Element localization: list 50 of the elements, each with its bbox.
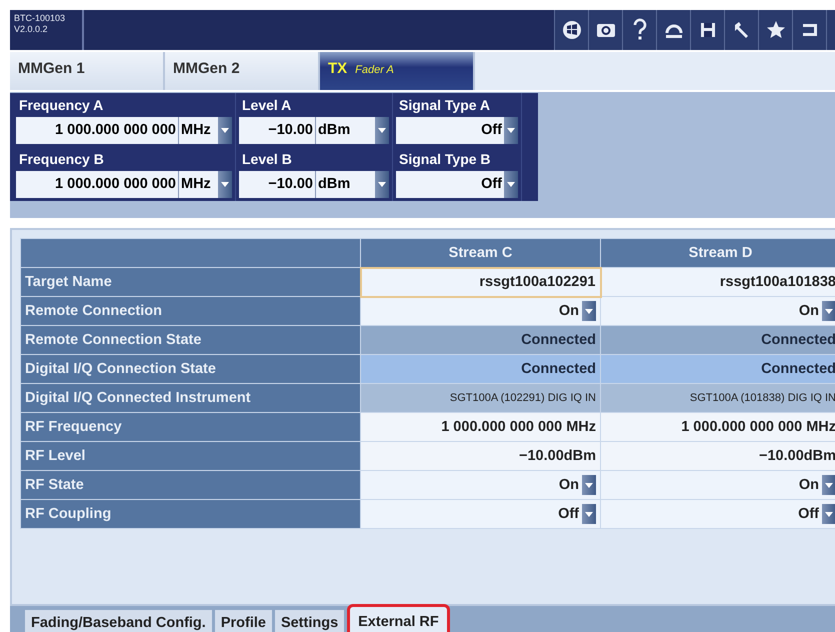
tab[interactable]: Profile [214, 610, 272, 632]
row-label: RF Coupling [20, 500, 360, 528]
parameter-label: Level A [241, 97, 292, 115]
table-cell: −10.00dBm [600, 442, 835, 470]
dropdown[interactable]: On [600, 296, 835, 326]
parameter-label: Signal Type B [398, 151, 492, 169]
row-label: Digital I/Q Connected Instrument [20, 384, 360, 412]
tab[interactable]: External RF [347, 604, 450, 632]
tab[interactable]: Settings [274, 610, 344, 632]
dropdown[interactable]: On [600, 470, 835, 500]
row-label: Digital I/Q Connection State [20, 354, 360, 384]
undo-icon[interactable] [656, 10, 690, 50]
parameter-label: Level B [241, 151, 293, 169]
text-field[interactable]: rssgt100a102291 [360, 268, 600, 296]
tab[interactable]: MMGen 1 [10, 52, 165, 90]
tab[interactable]: TX Fader A [320, 52, 475, 90]
value-field[interactable]: −10.00 [239, 117, 315, 144]
column-header: Stream D [600, 238, 835, 268]
value-field[interactable]: 1 000.000 000 000 [16, 117, 178, 144]
table-cell: Connected [360, 326, 600, 354]
table-cell: SGT100A (101838) DIG IQ IN [600, 384, 835, 412]
table-cell: Connected [600, 354, 835, 384]
tab[interactable]: Fading/Baseband Config. [25, 610, 212, 632]
value-field[interactable]: 1 000.000 000 000 [16, 171, 178, 198]
row-label: Remote Connection [20, 296, 360, 326]
device-title: BTC-100103 V2.0.0.2 [10, 10, 84, 50]
table-cell: SGT100A (102291) DIG IQ IN [360, 384, 600, 412]
table-cell: Connected [600, 326, 835, 354]
parameter-label: Frequency B [18, 151, 105, 169]
row-label: RF Level [20, 442, 360, 470]
table-cell: Connected [360, 354, 600, 384]
parameter-label: Signal Type A [398, 97, 492, 115]
wrench-icon[interactable] [724, 10, 758, 50]
row-label: RF Frequency [20, 412, 360, 442]
parameter-label: Frequency A [18, 97, 104, 115]
row-label: RF State [20, 470, 360, 500]
camera-icon[interactable] [588, 10, 622, 50]
dropdown[interactable]: Off [600, 500, 835, 528]
dropdown[interactable]: On [360, 296, 600, 326]
dropdown[interactable]: On [360, 470, 600, 500]
dropdown[interactable]: Off [360, 500, 600, 528]
row-label: Remote Connection State [20, 326, 360, 354]
tab[interactable]: MMGen 2 [165, 52, 320, 90]
windows-logo-icon[interactable] [554, 10, 588, 50]
help-icon[interactable] [622, 10, 656, 50]
row-label: Target Name [20, 268, 360, 296]
table-cell: −10.00dBm [360, 442, 600, 470]
table-cell: 1 000.000 000 000 MHz [360, 412, 600, 442]
value-field[interactable]: −10.00 [239, 171, 315, 198]
column-header: Stream C [360, 238, 600, 268]
